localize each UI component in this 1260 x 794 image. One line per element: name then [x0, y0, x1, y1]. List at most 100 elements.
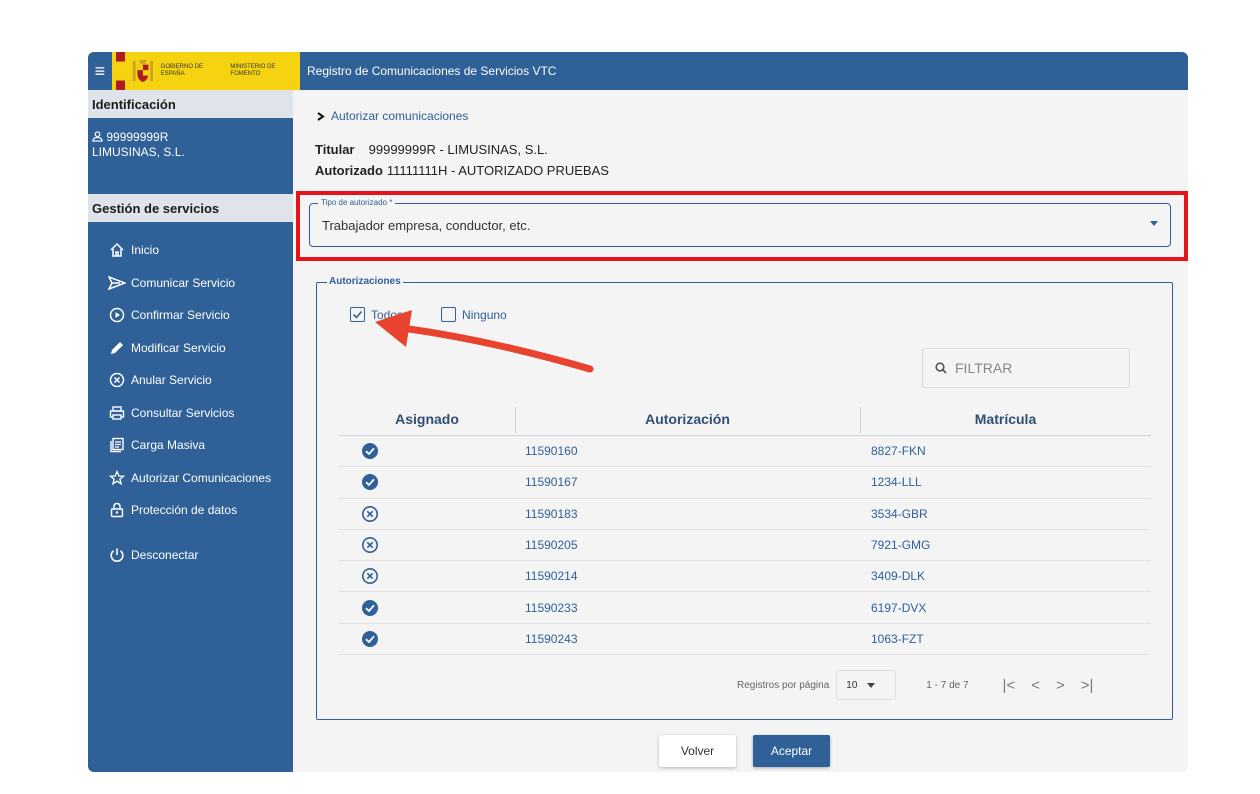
sidebar-item-carga-masiva[interactable]: Carga Masiva [88, 429, 293, 462]
table-row[interactable]: 11590233 6197-DVX [339, 592, 1151, 624]
cancel-circle-icon[interactable] [361, 567, 379, 585]
breadcrumb-label: Autorizar comunicaciones [331, 109, 469, 123]
column-header-autorizacion[interactable]: Autorización [515, 406, 860, 433]
brand-line-2: Ministerio de Fomento [230, 64, 276, 77]
asignado-cell[interactable] [339, 567, 515, 585]
breadcrumb[interactable]: Autorizar comunicaciones [317, 109, 468, 123]
filter-input[interactable]: FILTRAR [922, 348, 1130, 388]
rows-per-page-value: 10 [846, 679, 858, 691]
caret-down-icon [867, 682, 876, 688]
top-bar: ≡ Gobierno de España Ministerio de Fomen… [88, 52, 1188, 90]
asignado-cell[interactable] [339, 599, 515, 617]
brand-block: ≡ Gobierno de España Ministerio de Fomen… [88, 52, 300, 90]
tipo-autorizado-select[interactable]: Tipo de autorizado * Trabajador empresa,… [309, 198, 1171, 247]
pencil-icon [108, 339, 126, 357]
sidebar-item-label: Carga Masiva [131, 438, 206, 453]
lock-icon [108, 501, 126, 519]
cancel-circle-icon[interactable] [361, 505, 379, 523]
filter-placeholder: FILTRAR [955, 360, 1013, 376]
autorizacion-cell: 11590205 [525, 538, 578, 553]
table-row[interactable]: 11590183 3534-GBR [339, 499, 1151, 530]
table-row[interactable]: 11590167 1234-LLL [339, 467, 1151, 499]
table-row[interactable]: 11590160 8827-FKN [339, 436, 1151, 468]
sidebar-item-autorizar[interactable]: Autorizar Comunicaciones [88, 462, 293, 495]
page-range: 1 - 7 de 7 [926, 679, 969, 691]
matricula-cell: 3409-DLK [871, 569, 926, 584]
asignado-cell[interactable] [339, 473, 515, 491]
asignado-cell[interactable] [339, 505, 515, 523]
table-row[interactable]: 11590243 1063-FZT [339, 624, 1151, 656]
copy-list-icon [108, 436, 126, 454]
check-circle-icon[interactable] [361, 442, 379, 460]
sidebar-item-label: Desconectar [131, 547, 199, 562]
tipo-autorizado-label: Tipo de autorizado * [318, 198, 396, 207]
star-icon [108, 469, 126, 487]
send-icon [108, 274, 126, 292]
play-circle-icon [108, 306, 126, 324]
sidebar-item-label: Consultar Servicios [131, 405, 235, 420]
matricula-cell: 8827-FKN [871, 444, 926, 459]
autorizacion-cell: 11590233 [525, 600, 578, 615]
aceptar-button[interactable]: Aceptar [753, 735, 830, 767]
user-block: 99999999R LIMUSINAS, S.L. [88, 118, 293, 194]
tipo-autorizado-value: Trabajador empresa, conductor, etc. [322, 218, 531, 233]
column-header-asignado[interactable]: Asignado [339, 411, 515, 427]
rows-per-page-label: Registros por página [737, 679, 830, 691]
brand-text: Gobierno de España Ministerio de Fomento [161, 64, 300, 78]
gestion-header: Gestión de servicios [88, 194, 293, 222]
sidebar-item-proteccion[interactable]: Protección de datos [88, 494, 293, 527]
nav-list: Inicio Comunicar Servicio Confirmar Serv… [88, 234, 293, 571]
user-id: 99999999R [106, 130, 169, 144]
prev-page-icon[interactable]: < [1031, 677, 1040, 694]
sidebar-item-label: Protección de datos [131, 503, 238, 518]
check-circle-icon[interactable] [361, 630, 379, 648]
cancel-circle-icon[interactable] [361, 536, 379, 554]
last-page-icon[interactable]: >| [1081, 677, 1094, 694]
breadcrumb-arrow-icon [317, 111, 325, 121]
printer-icon [108, 404, 126, 422]
sidebar: Identificación 99999999R LIMUSINAS, S.L.… [88, 90, 293, 772]
autorizaciones-table: Asignado Autorización Matrícula 11590160… [339, 402, 1151, 656]
next-page-icon[interactable]: > [1056, 677, 1065, 694]
sidebar-item-consultar[interactable]: Consultar Servicios [88, 397, 293, 430]
sidebar-item-label: Autorizar Comunicaciones [131, 470, 272, 485]
matricula-cell: 1063-FZT [871, 631, 924, 646]
home-icon [108, 241, 126, 259]
asignado-cell[interactable] [339, 630, 515, 648]
check-circle-icon[interactable] [361, 473, 379, 491]
titular-label: Titular [315, 142, 355, 157]
power-icon [108, 546, 126, 564]
asignado-cell[interactable] [339, 536, 515, 554]
table-row[interactable]: 11590214 3409-DLK [339, 561, 1151, 593]
volver-button[interactable]: Volver [659, 735, 736, 767]
sidebar-item-label: Anular Servicio [131, 373, 212, 388]
sidebar-item-label: Modificar Servicio [131, 340, 226, 355]
check-circle-icon[interactable] [361, 599, 379, 617]
table-row[interactable]: 11590205 7921-GMG [339, 530, 1151, 562]
menu-icon[interactable]: ≡ [88, 52, 112, 90]
sidebar-item-modificar[interactable]: Modificar Servicio [88, 332, 293, 365]
coat-of-arms-icon [132, 60, 153, 82]
user-icon [92, 131, 103, 142]
autorizaciones-legend: Autorizaciones [327, 276, 403, 287]
annotation-arrow-icon [375, 310, 594, 373]
sidebar-item-label: Confirmar Servicio [131, 308, 230, 323]
brand-line-1: Gobierno de España [160, 64, 204, 77]
app-title: Registro de Comunicaciones de Servicios … [307, 64, 557, 78]
asignado-cell[interactable] [339, 442, 515, 460]
sidebar-item-anular[interactable]: Anular Servicio [88, 364, 293, 397]
autorizacion-cell: 11590243 [525, 631, 578, 646]
cancel-circle-icon [108, 371, 126, 389]
sidebar-item-inicio[interactable]: Inicio [88, 234, 293, 267]
main-content: Autorizar comunicaciones Titular 9999999… [293, 90, 1188, 772]
first-page-icon[interactable]: |< [1003, 677, 1016, 694]
autorizacion-cell: 11590183 [525, 506, 578, 521]
sidebar-item-confirmar[interactable]: Confirmar Servicio [88, 299, 293, 332]
rows-per-page-select[interactable]: 10 [836, 670, 897, 700]
sidebar-item-desconectar[interactable]: Desconectar [88, 539, 293, 572]
sidebar-item-comunicar[interactable]: Comunicar Servicio [88, 267, 293, 300]
column-header-matricula[interactable]: Matrícula [860, 406, 1151, 433]
matricula-cell: 3534-GBR [871, 506, 928, 521]
matricula-cell: 1234-LLL [871, 475, 922, 490]
autorizacion-cell: 11590167 [525, 475, 578, 490]
